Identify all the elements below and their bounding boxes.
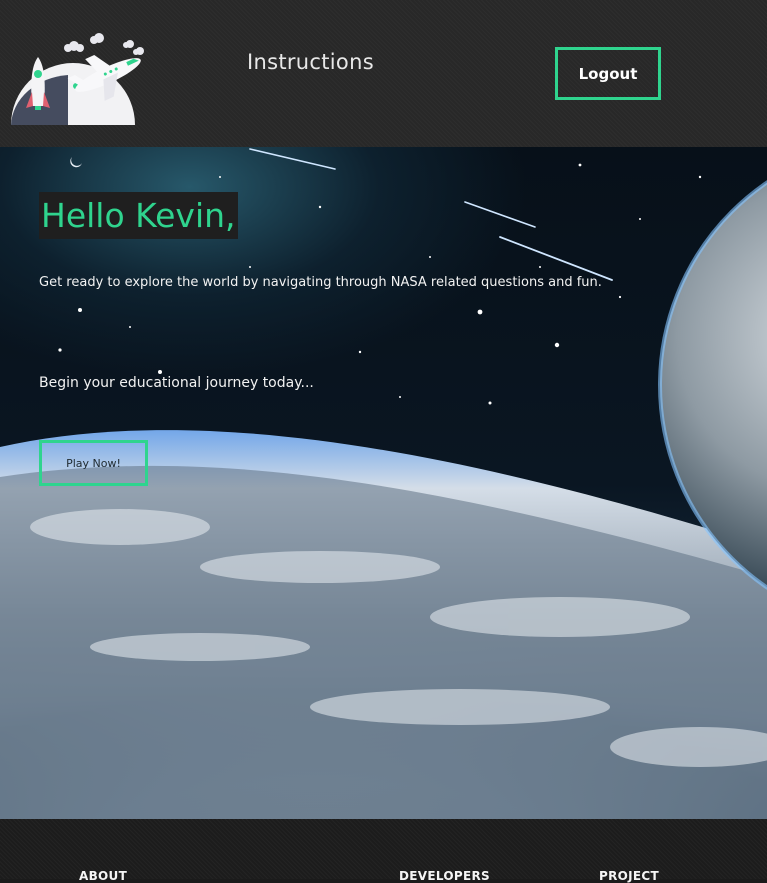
nav-instructions-link[interactable]: Instructions — [247, 50, 374, 74]
play-now-button[interactable]: Play Now! — [39, 440, 148, 486]
footer-about-heading: ABOUT — [79, 869, 128, 883]
hero-section: Hello Kevin, Get ready to explore the wo… — [0, 147, 767, 819]
site-footer: ABOUT DEVELOPERS PROJECT — [0, 819, 767, 883]
footer-developers-heading: DEVELOPERS — [399, 869, 490, 883]
hero-tagline: Get ready to explore the world by naviga… — [39, 275, 602, 290]
footer-project-heading: PROJECT — [599, 869, 659, 883]
hero-subtagline: Begin your educational journey today... — [39, 375, 314, 391]
logout-button[interactable]: Logout — [555, 47, 661, 100]
logo-icon[interactable] — [8, 30, 148, 128]
site-header: Instructions Logout — [0, 0, 767, 147]
greeting-heading: Hello Kevin, — [39, 192, 238, 239]
